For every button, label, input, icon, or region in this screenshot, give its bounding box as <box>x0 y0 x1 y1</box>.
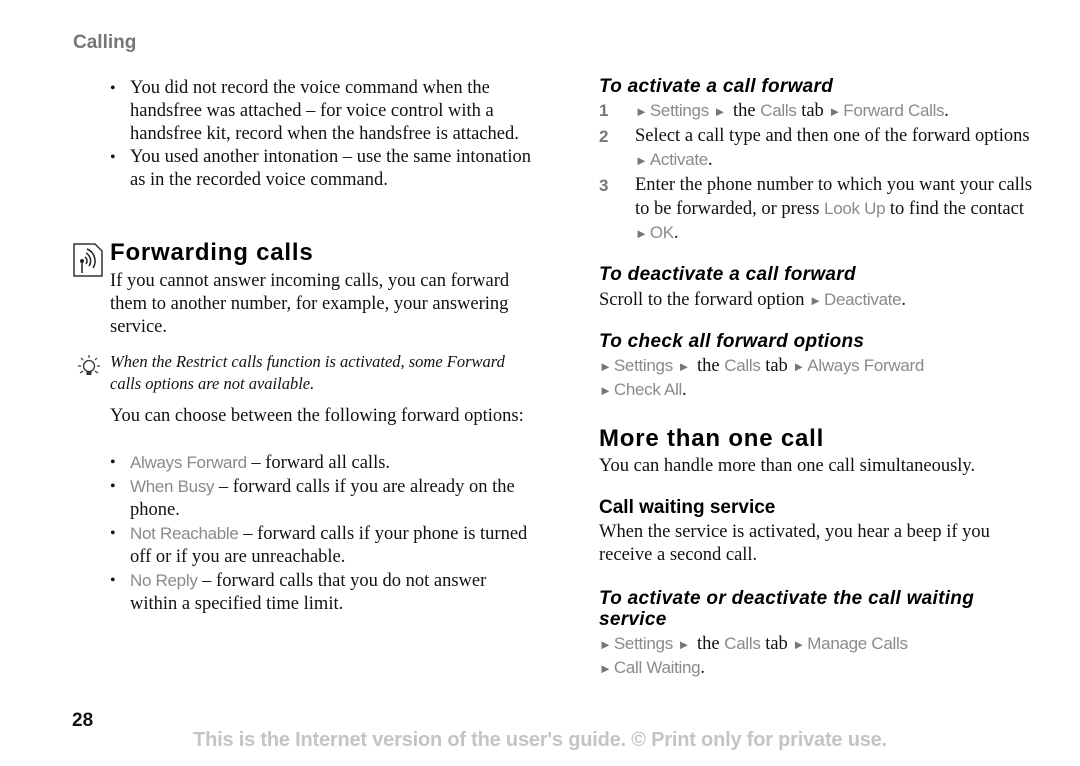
network-service-icon <box>73 243 103 277</box>
troubleshoot-list: You did not record the voice command whe… <box>108 77 538 192</box>
forward-options-intro: You can choose between the following for… <box>110 406 524 426</box>
arrow-icon: ► <box>635 153 648 168</box>
lightbulb-icon <box>75 354 103 382</box>
menu-term-when-busy: When Busy <box>130 477 215 496</box>
call-waiting-heading: Call waiting service <box>599 497 776 518</box>
list-item: You did not record the voice command whe… <box>108 77 538 146</box>
check-options-heading: To check all forward options <box>599 331 865 352</box>
menu-term-not-reachable: Not Reachable <box>130 524 239 543</box>
tip-note: When the Restrict calls function is acti… <box>110 352 505 393</box>
menu-term-no-reply: No Reply <box>130 571 198 590</box>
list-item: Not Reachable – forward calls if your ph… <box>108 522 538 569</box>
step: 3 Enter the phone number to which you wa… <box>599 175 1033 243</box>
arrow-icon: ► <box>809 293 823 308</box>
arrow-icon: ► <box>792 637 806 652</box>
arrow-icon: ► <box>635 104 648 119</box>
list-item: No Reply – forward calls that you do not… <box>108 569 538 616</box>
check-options-path: ► Settings ► the Calls tab ► Always Forwar… <box>599 356 925 400</box>
forwarding-calls-heading: Forwarding calls <box>110 239 314 266</box>
step: 1 ► Settings ► the Calls tab ► Forward Cal… <box>599 101 949 121</box>
list-item: You used another intonation – use the sa… <box>108 146 538 192</box>
forward-options-list: Always Forward – forward all calls. When… <box>108 451 538 616</box>
arrow-icon: ► <box>828 104 842 119</box>
menu-term-always-forward: Always Forward <box>130 453 247 472</box>
arrow-icon: ► <box>599 661 612 676</box>
arrow-icon: ► <box>792 359 806 374</box>
more-calls-text: You can handle more than one call simult… <box>599 456 976 476</box>
call-waiting-text: When the service is activated, you hear … <box>599 522 990 565</box>
step: 2 Select a call type and then one of the… <box>599 126 1030 170</box>
arrow-icon: ► <box>599 359 612 374</box>
activate-forward-heading: To activate a call forward <box>599 76 834 97</box>
list-item: When Busy – forward calls if you are alr… <box>108 475 538 522</box>
forwarding-intro: If you cannot answer incoming calls, you… <box>110 271 510 337</box>
activate-steps: 1 ► Settings ► the Calls tab ► Forward Cal… <box>599 99 1039 247</box>
arrow-icon: ► <box>599 383 612 398</box>
footer-notice: This is the Internet version of the user… <box>193 729 887 751</box>
toggle-call-waiting-heading: To activate or deactivate the call waiti… <box>599 588 975 630</box>
more-than-one-call-heading: More than one call <box>599 425 825 452</box>
deactivate-text: Scroll to the forward option ► Deactivate… <box>599 290 906 310</box>
arrow-icon: ► <box>635 226 648 241</box>
arrow-icon: ► <box>677 359 691 374</box>
section-label: Calling <box>73 32 137 53</box>
deactivate-forward-heading: To deactivate a call forward <box>599 264 856 285</box>
arrow-icon: ► <box>677 637 691 652</box>
arrow-icon: ► <box>599 637 612 652</box>
arrow-icon: ► <box>713 104 727 119</box>
list-item: Always Forward – forward all calls. <box>108 451 538 475</box>
toggle-call-waiting-path: ► Settings ► the Calls tab ► Manage Calls … <box>599 634 908 678</box>
